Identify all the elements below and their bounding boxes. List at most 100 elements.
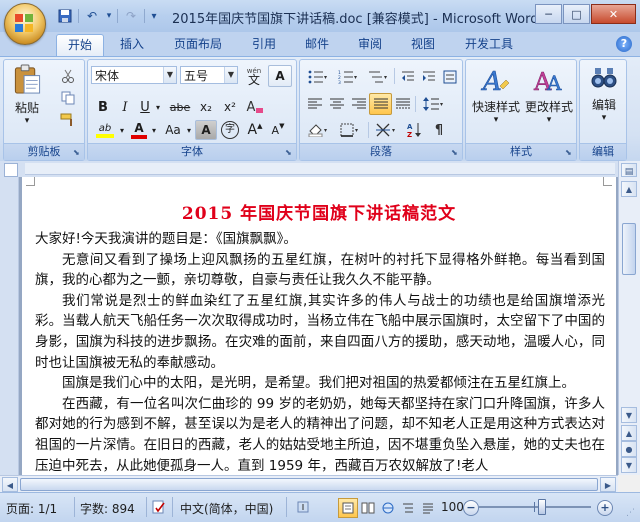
- maximize-button[interactable]: □: [563, 4, 590, 24]
- document-page[interactable]: 2015 年国庆节国旗下讲话稿范文 大家好!今天我演讲的题目是：《国旗飘飘》。无…: [22, 177, 616, 475]
- highlight-dropdown-icon[interactable]: ▾: [116, 118, 128, 142]
- cut-icon[interactable]: [56, 65, 80, 87]
- quick-styles-button[interactable]: A 快速样式 ▾: [468, 63, 524, 137]
- align-left-icon[interactable]: [303, 93, 326, 115]
- font-name-combo[interactable]: 宋体 ▼: [91, 66, 177, 84]
- clear-formatting-button[interactable]: A: [243, 96, 267, 118]
- zoom-slider[interactable]: [479, 506, 591, 508]
- strikethrough-button[interactable]: abe: [166, 96, 194, 118]
- close-button[interactable]: ✕: [591, 4, 636, 24]
- scroll-right-button[interactable]: ▶: [600, 477, 616, 492]
- tab-developer[interactable]: 开发工具: [457, 34, 521, 56]
- zoom-out-button[interactable]: −: [463, 500, 479, 516]
- redo-icon[interactable]: ↷: [122, 7, 140, 25]
- tab-view[interactable]: 视图: [403, 34, 443, 56]
- scroll-left-button[interactable]: ◀: [2, 477, 18, 492]
- next-page-button[interactable]: ▼: [621, 457, 637, 473]
- decrease-indent-icon[interactable]: [397, 65, 419, 89]
- underline-dropdown-icon[interactable]: ▾: [152, 96, 164, 118]
- tab-insert[interactable]: 插入: [112, 34, 152, 56]
- chinese-layout-icon[interactable]: [439, 65, 461, 89]
- bold-button[interactable]: B: [92, 96, 114, 118]
- minimize-button[interactable]: ─: [535, 4, 562, 24]
- vertical-ruler[interactable]: [0, 177, 19, 475]
- outline-view-icon[interactable]: [398, 498, 418, 518]
- italic-button[interactable]: I: [114, 96, 136, 118]
- horizontal-scrollbar[interactable]: ◀ ▶: [0, 475, 618, 493]
- highlight-button[interactable]: ab: [92, 118, 118, 142]
- tab-mailings[interactable]: 邮件: [297, 34, 337, 56]
- format-painter-icon[interactable]: [56, 109, 80, 131]
- grow-font-button[interactable]: A ▲: [243, 118, 267, 142]
- asian-layout-icon[interactable]: ▾: [371, 119, 403, 141]
- change-case-button[interactable]: Aa: [161, 118, 185, 142]
- character-shading-button[interactable]: A: [195, 120, 217, 140]
- web-layout-view-icon[interactable]: [378, 498, 398, 518]
- font-name-dropdown-icon[interactable]: ▼: [163, 67, 176, 83]
- sort-icon[interactable]: AZ: [403, 119, 427, 141]
- bullets-button[interactable]: ▾: [303, 65, 333, 89]
- copy-icon[interactable]: [56, 87, 80, 109]
- clipboard-launcher-icon[interactable]: ⬊: [73, 148, 82, 157]
- document-body[interactable]: 大家好!今天我演讲的题目是：《国旗飘飘》。 无意间又看到了操场上迎风飘扬的五星红旗…: [35, 229, 605, 475]
- subscript-button[interactable]: x₂: [194, 96, 218, 118]
- increase-indent-icon[interactable]: [418, 65, 440, 89]
- document-paragraph[interactable]: 无意间又看到了操场上迎风飘扬的五星红旗，在树叶的衬托下显得格外鲜艳。每当看到国旗…: [35, 250, 605, 291]
- tab-page-layout[interactable]: 页面布局: [166, 34, 230, 56]
- show-paragraph-marks-icon[interactable]: ¶: [427, 119, 451, 141]
- office-button[interactable]: [4, 3, 46, 45]
- shading-icon[interactable]: ▾: [303, 119, 335, 141]
- previous-page-button[interactable]: ▲: [621, 425, 637, 441]
- full-screen-reading-view-icon[interactable]: [358, 498, 378, 518]
- document-paragraph[interactable]: 我们常说是烈士的鲜血染红了五星红旗,其实许多的伟人与战士的功绩也是给国旗增添光彩…: [35, 291, 605, 373]
- font-launcher-icon[interactable]: ⬊: [285, 148, 294, 157]
- character-border-button[interactable]: A: [268, 65, 292, 87]
- change-styles-button[interactable]: A A 更改样式 ▾: [522, 63, 576, 137]
- zoom-in-button[interactable]: +: [597, 500, 613, 516]
- select-browse-object-button[interactable]: ●: [621, 441, 637, 457]
- numbering-button[interactable]: 1 2 3 ▾: [333, 65, 363, 89]
- customize-qat-icon[interactable]: ▾: [149, 7, 159, 25]
- insert-mode-icon[interactable]: [296, 500, 310, 517]
- enclose-characters-button[interactable]: 字: [218, 118, 242, 142]
- multilevel-list-button[interactable]: ▾: [363, 65, 393, 89]
- horizontal-scroll-thumb[interactable]: [20, 478, 598, 491]
- shrink-font-button[interactable]: A ▼: [266, 118, 290, 142]
- document-paragraph[interactable]: 大家好!今天我演讲的题目是：《国旗飘飘》。: [35, 229, 605, 250]
- vertical-scroll-thumb[interactable]: [622, 223, 636, 275]
- font-color-button[interactable]: A: [128, 118, 150, 142]
- tab-selector-icon[interactable]: [4, 163, 18, 177]
- paste-button[interactable]: 粘贴 ▾: [8, 63, 46, 127]
- scroll-down-button[interactable]: ▼: [621, 407, 637, 423]
- font-size-dropdown-icon[interactable]: ▼: [224, 67, 237, 83]
- proofing-icon[interactable]: [152, 500, 166, 517]
- align-right-icon[interactable]: [347, 93, 370, 115]
- print-layout-view-icon[interactable]: [338, 498, 358, 518]
- tab-references[interactable]: 引用: [244, 34, 284, 56]
- horizontal-ruler[interactable]: [25, 163, 615, 175]
- justify-icon[interactable]: [369, 93, 392, 115]
- scroll-up-button[interactable]: ▲: [621, 181, 637, 197]
- font-size-combo[interactable]: 五号 ▼: [180, 66, 238, 84]
- line-spacing-icon[interactable]: ▾: [418, 93, 450, 115]
- tab-review[interactable]: 审阅: [350, 34, 390, 56]
- draft-view-icon[interactable]: [418, 498, 438, 518]
- save-icon[interactable]: [56, 7, 74, 25]
- language-indicator[interactable]: 中文(简体，中国): [180, 500, 273, 517]
- undo-dropdown-icon[interactable]: ▾: [105, 7, 113, 25]
- change-case-dropdown-icon[interactable]: ▾: [183, 118, 195, 142]
- paragraph-launcher-icon[interactable]: ⬊: [451, 148, 460, 157]
- superscript-button[interactable]: x²: [218, 96, 242, 118]
- undo-icon[interactable]: ↶: [83, 7, 101, 25]
- zoom-slider-thumb[interactable]: [537, 499, 546, 515]
- editing-button[interactable]: 编辑 ▾: [582, 63, 626, 137]
- resize-grip-icon[interactable]: ⋰: [626, 508, 638, 520]
- distribute-icon[interactable]: [391, 93, 414, 115]
- page-count[interactable]: 页面: 1/1: [6, 500, 57, 517]
- phonetic-guide-button[interactable]: wén 文: [241, 65, 267, 87]
- word-count[interactable]: 字数: 894: [80, 500, 135, 517]
- borders-icon[interactable]: ▾: [335, 119, 367, 141]
- help-icon[interactable]: ?: [616, 36, 632, 52]
- styles-launcher-icon[interactable]: ⬊: [565, 148, 574, 157]
- document-paragraph[interactable]: 在西藏，有一位名叫次仁曲珍的 99 岁的老奶奶，她每天都坚持在家门口升降国旗，许…: [35, 394, 605, 475]
